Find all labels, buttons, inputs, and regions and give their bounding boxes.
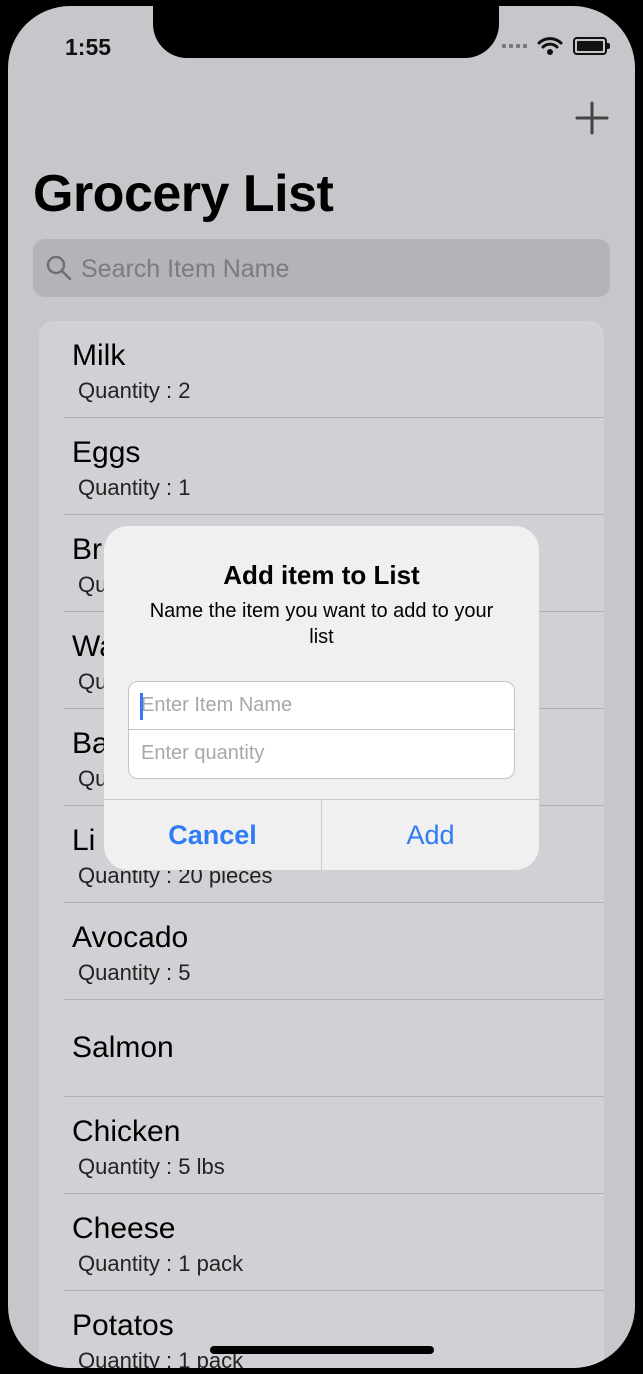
search-bar[interactable]: Search Item Name — [33, 239, 610, 297]
item-name: Br — [72, 533, 102, 566]
alert-message: Name the item you want to add to your li… — [149, 600, 494, 648]
add-item-alert: Add item to List Name the item you want … — [104, 526, 539, 870]
item-quantity: Quantity : 1 pack — [78, 1251, 244, 1276]
list-item[interactable]: Avocado Quantity : 5 — [39, 903, 604, 1000]
battery-icon — [573, 37, 610, 55]
item-quantity: Qu — [78, 572, 108, 597]
quantity-field[interactable]: Enter quantity — [129, 730, 514, 778]
text-cursor — [140, 693, 143, 720]
item-name: Salmon — [72, 1031, 174, 1064]
item-quantity: Qu — [78, 669, 108, 694]
cellular-signal-icon — [502, 44, 527, 48]
home-indicator[interactable] — [210, 1346, 434, 1354]
device-notch — [153, 6, 499, 58]
quantity-placeholder[interactable]: Enter quantity — [141, 742, 264, 765]
cancel-button[interactable]: Cancel — [104, 800, 322, 870]
item-quantity: Quantity : 5 — [78, 960, 191, 985]
item-name: Potatos — [72, 1309, 174, 1342]
status-time: 1:55 — [65, 34, 112, 60]
add-button[interactable]: Add — [322, 800, 539, 870]
search-icon — [46, 255, 72, 281]
item-name: Avocado — [72, 921, 189, 954]
item-quantity: Quantity : 1 — [78, 475, 191, 500]
item-quantity: Quantity : 2 — [78, 378, 191, 403]
item-name-field[interactable]: Enter Item Name — [129, 682, 514, 730]
list-item[interactable]: Chicken Quantity : 5 lbs — [39, 1097, 604, 1194]
item-name: Chicken — [72, 1115, 181, 1148]
list-item[interactable]: Potatos Quantity : 1 pack — [39, 1291, 604, 1368]
status-icons — [502, 36, 610, 56]
phone-screen: 1:55 Grocery List Search Item Name Milk … — [8, 6, 635, 1368]
item-quantity: Quantity : 5 lbs — [78, 1154, 225, 1179]
alert-button-bar: Cancel Add — [104, 799, 539, 870]
item-name-placeholder[interactable]: Enter Item Name — [141, 694, 292, 717]
item-name: Eggs — [72, 436, 141, 469]
alert-title: Add item to List — [223, 560, 420, 590]
list-item[interactable]: Salmon — [39, 1000, 604, 1097]
item-name: Milk — [72, 339, 126, 372]
page-title: Grocery List — [33, 165, 334, 223]
item-name: Cheese — [72, 1212, 176, 1245]
list-item[interactable]: Cheese Quantity : 1 pack — [39, 1194, 604, 1291]
item-quantity: Qu — [78, 766, 108, 791]
add-item-button[interactable] — [574, 100, 610, 136]
list-item[interactable]: Eggs Quantity : 1 — [39, 418, 604, 515]
item-name: Li — [72, 824, 96, 857]
alert-input-group: Enter Item Name Enter quantity — [128, 681, 515, 779]
wifi-icon — [537, 37, 563, 55]
search-input[interactable]: Search Item Name — [81, 255, 289, 284]
list-item[interactable]: Milk Quantity : 2 — [39, 321, 604, 418]
